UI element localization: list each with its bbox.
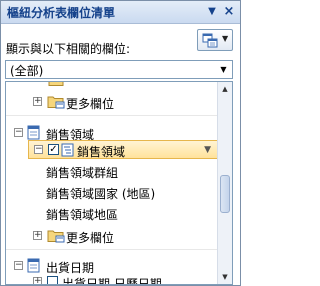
more-fields-label: 更多欄位 (66, 97, 115, 111)
level-label: 銷售領域群組 (46, 166, 119, 180)
field-tree-list[interactable]: + 更多欄位 − 銷售領域 − ✓ 銷售領域 ▼ 銷售領域群組 銷售領域國家 (… (5, 81, 233, 285)
scroll-down-icon[interactable]: ▼ (219, 271, 231, 283)
title-bar: 樞紐分析表欄位清單 ▼ × (1, 1, 240, 24)
list-item-more-fields-2[interactable]: + 更多欄位 (6, 226, 218, 245)
collapse-icon[interactable]: − (34, 145, 43, 154)
close-icon[interactable]: × (221, 4, 237, 19)
chevron-down-icon: ▼ (222, 34, 229, 43)
chevron-down-icon[interactable]: ▼ (215, 61, 232, 78)
chevron-down-icon[interactable]: ▼ (204, 4, 220, 19)
divider (6, 115, 218, 116)
scroll-up-icon[interactable]: ▲ (219, 83, 231, 95)
divider (6, 249, 218, 250)
list-item-hierarchy-ship-date[interactable]: + 出貨日期.日曆日期 (6, 272, 218, 285)
checkbox[interactable] (47, 276, 58, 284)
vertical-scrollbar[interactable]: ▲ ▼ (217, 82, 232, 284)
hierarchy-label: 銷售領域 (77, 145, 126, 159)
list-item-more-fields-1[interactable]: + 更多欄位 (6, 92, 218, 111)
expand-icon[interactable]: + (33, 277, 42, 284)
pane-title: 樞紐分析表欄位清單 (7, 6, 116, 20)
fields-label: 顯示與以下相關的欄位: (6, 42, 131, 56)
folder-icon (47, 230, 65, 243)
table-icon (27, 125, 40, 140)
list-item (6, 82, 218, 87)
folder-icon (47, 96, 65, 109)
checkbox[interactable]: ✓ (48, 144, 59, 155)
scrollbar-thumb[interactable] (220, 175, 230, 213)
folder-icon (48, 82, 64, 86)
list-item-level[interactable]: 銷售領域群組 (6, 161, 218, 180)
pivot-field-list-pane: 樞紐分析表欄位清單 ▼ × 顯示與以下相關的欄位: ▼ (全部) ▼ + 更多欄… (0, 0, 241, 286)
collapse-icon[interactable]: − (14, 128, 23, 137)
table-icon (27, 258, 40, 273)
expand-icon[interactable]: + (33, 97, 42, 106)
field-layout-icon (202, 33, 218, 48)
more-fields-label: 更多欄位 (66, 231, 115, 245)
expand-icon[interactable]: + (33, 231, 42, 240)
list-item-hierarchy-sales-territory[interactable]: − ✓ 銷售領域 ▼ (28, 140, 218, 159)
hierarchy-icon (61, 143, 74, 157)
field-layout-button[interactable]: ▼ (197, 29, 233, 51)
field-filter-value: (全部) (10, 64, 44, 78)
hierarchy-label: 出貨日期.日曆日期 (62, 277, 162, 285)
field-filter-combo[interactable]: (全部) ▼ (5, 60, 233, 79)
chevron-down-icon[interactable]: ▼ (204, 145, 211, 155)
collapse-icon[interactable]: − (14, 261, 23, 270)
